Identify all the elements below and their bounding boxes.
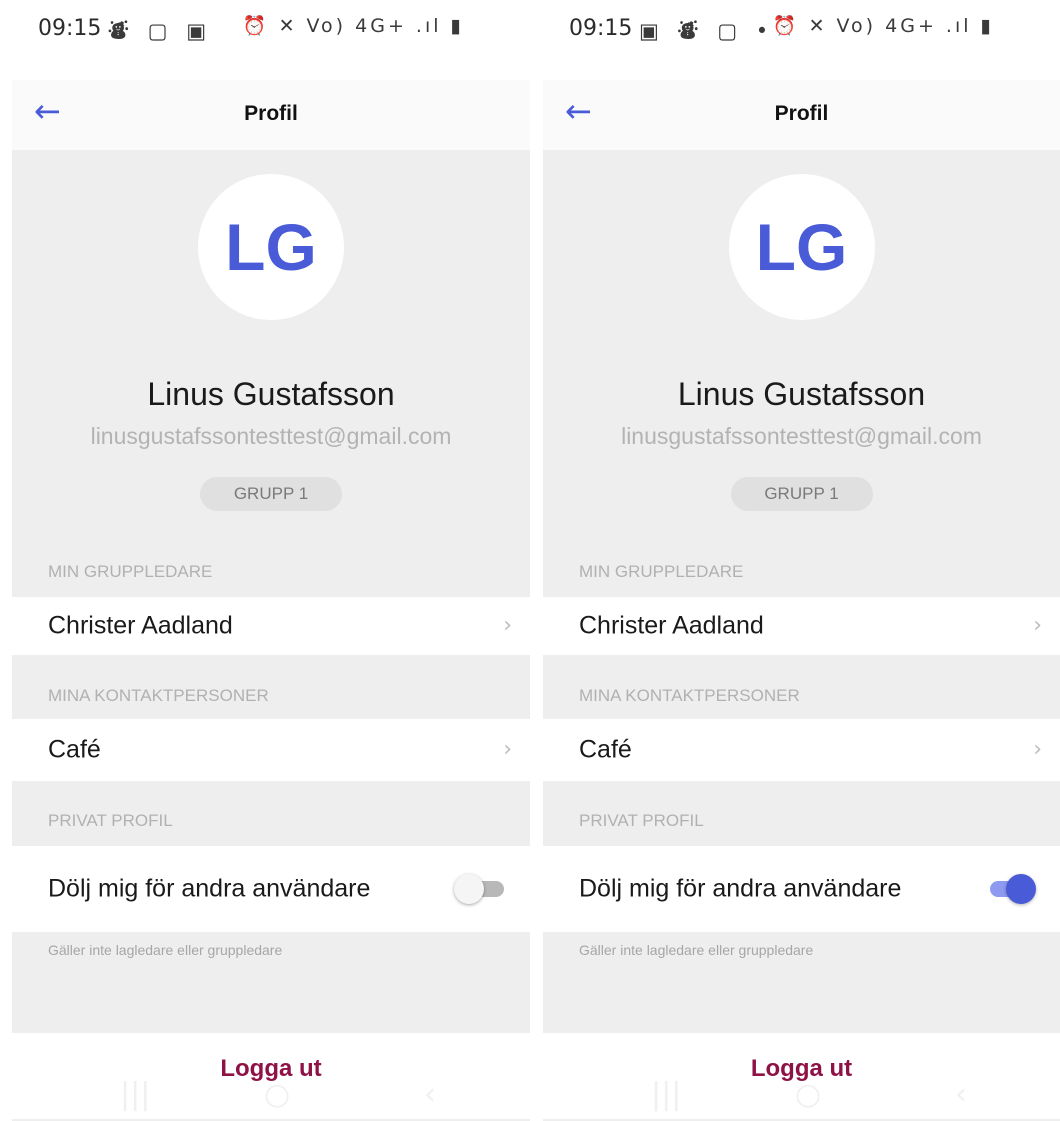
hide-profile-label: Dölj mig för andra användare xyxy=(579,874,902,903)
contact-row[interactable]: Café › xyxy=(12,719,530,781)
status-bar: 09:15 ⛇ ▢ ▣ ⏰ ✕ Vo) 4G+ .ıl ▮ xyxy=(12,0,530,80)
chevron-right-icon: › xyxy=(503,613,512,638)
group-leader-name: Christer Aadland xyxy=(48,611,233,640)
profile-screen-right: 09:15 ▣ ⛇ ▢ • ⏰ ✕ Vo) 4G+ .ıl ▮ ← Profil… xyxy=(543,0,1060,1121)
home-icon: ○ xyxy=(264,1077,291,1112)
notification-icons: ⛇ ▢ ▣ xyxy=(108,19,213,43)
toggle-knob xyxy=(454,874,484,904)
status-bar: 09:15 ▣ ⛇ ▢ • ⏰ ✕ Vo) 4G+ .ıl ▮ xyxy=(543,0,1060,80)
page-title: Profil xyxy=(774,102,829,125)
section-header-private-profile: PRIVAT PROFIL xyxy=(579,811,704,830)
status-time: 09:15 xyxy=(569,16,633,41)
toggle-knob xyxy=(1006,874,1036,904)
system-status-icons: ⏰ ✕ Vo) 4G+ .ıl ▮ xyxy=(242,15,464,37)
app-bar: ← Profil xyxy=(543,80,1060,150)
profile-content: LG Linus Gustafsson linusgustafssontestt… xyxy=(543,150,1060,1121)
system-status-icons: ⏰ ✕ Vo) 4G+ .ıl ▮ xyxy=(772,15,994,37)
hide-profile-row: Dölj mig för andra användare xyxy=(543,846,1060,932)
home-icon: ○ xyxy=(795,1077,822,1112)
logout-bar: Logga ut ||| ○ ‹ xyxy=(12,1033,530,1119)
app-bar: ← Profil xyxy=(12,80,530,150)
avatar-initials: LG xyxy=(225,210,317,284)
avatar: LG xyxy=(728,174,875,320)
group-leader-name: Christer Aadland xyxy=(579,611,764,640)
chevron-right-icon: › xyxy=(1033,613,1042,638)
hide-profile-toggle[interactable] xyxy=(984,874,1036,904)
profile-content: LG Linus Gustafsson linusgustafssontestt… xyxy=(12,150,530,1121)
section-header-group-leader: MIN GRUPPLEDARE xyxy=(48,562,213,581)
privacy-note: Gäller inte lagledare eller gruppledare xyxy=(48,942,283,958)
user-name: Linus Gustafsson xyxy=(677,376,926,412)
user-email: linusgustafssontesttest@gmail.com xyxy=(621,423,982,449)
status-time: 09:15 xyxy=(38,16,102,41)
section-header-group-leader: MIN GRUPPLEDARE xyxy=(579,562,744,581)
hide-profile-toggle[interactable] xyxy=(454,874,506,904)
back-nav-icon: ‹ xyxy=(424,1077,436,1112)
avatar: LG xyxy=(198,174,344,320)
group-badge: GRUPP 1 xyxy=(200,477,342,511)
hide-profile-row: Dölj mig för andra användare xyxy=(12,846,530,932)
hide-profile-label: Dölj mig för andra användare xyxy=(48,874,371,903)
avatar-initials: LG xyxy=(755,210,848,284)
recent-apps-icon: ||| xyxy=(120,1077,151,1112)
contact-row[interactable]: Café › xyxy=(543,719,1060,781)
page-title: Profil xyxy=(244,102,298,125)
privacy-note: Gäller inte lagledare eller gruppledare xyxy=(579,942,814,958)
contact-name: Café xyxy=(579,735,632,764)
section-header-private-profile: PRIVAT PROFIL xyxy=(48,811,173,830)
contact-name: Café xyxy=(48,735,101,764)
profile-screen-left: 09:15 ⛇ ▢ ▣ ⏰ ✕ Vo) 4G+ .ıl ▮ ← Profil L… xyxy=(12,0,530,1121)
recent-apps-icon: ||| xyxy=(651,1077,682,1112)
chevron-right-icon: › xyxy=(503,737,512,762)
group-leader-row[interactable]: Christer Aadland › xyxy=(12,597,530,655)
chevron-right-icon: › xyxy=(1033,737,1042,762)
group-badge: GRUPP 1 xyxy=(730,477,873,511)
section-header-contacts: MINA KONTAKTPERSONER xyxy=(579,686,800,705)
section-header-contacts: MINA KONTAKTPERSONER xyxy=(48,686,269,705)
user-email: linusgustafssontesttest@gmail.com xyxy=(90,423,452,449)
notification-icons: ▣ ⛇ ▢ • xyxy=(639,19,775,43)
group-leader-row[interactable]: Christer Aadland › xyxy=(543,597,1060,655)
back-nav-icon: ‹ xyxy=(955,1077,967,1112)
logout-bar: Logga ut ||| ○ ‹ xyxy=(543,1033,1060,1119)
user-name: Linus Gustafsson xyxy=(147,376,395,412)
